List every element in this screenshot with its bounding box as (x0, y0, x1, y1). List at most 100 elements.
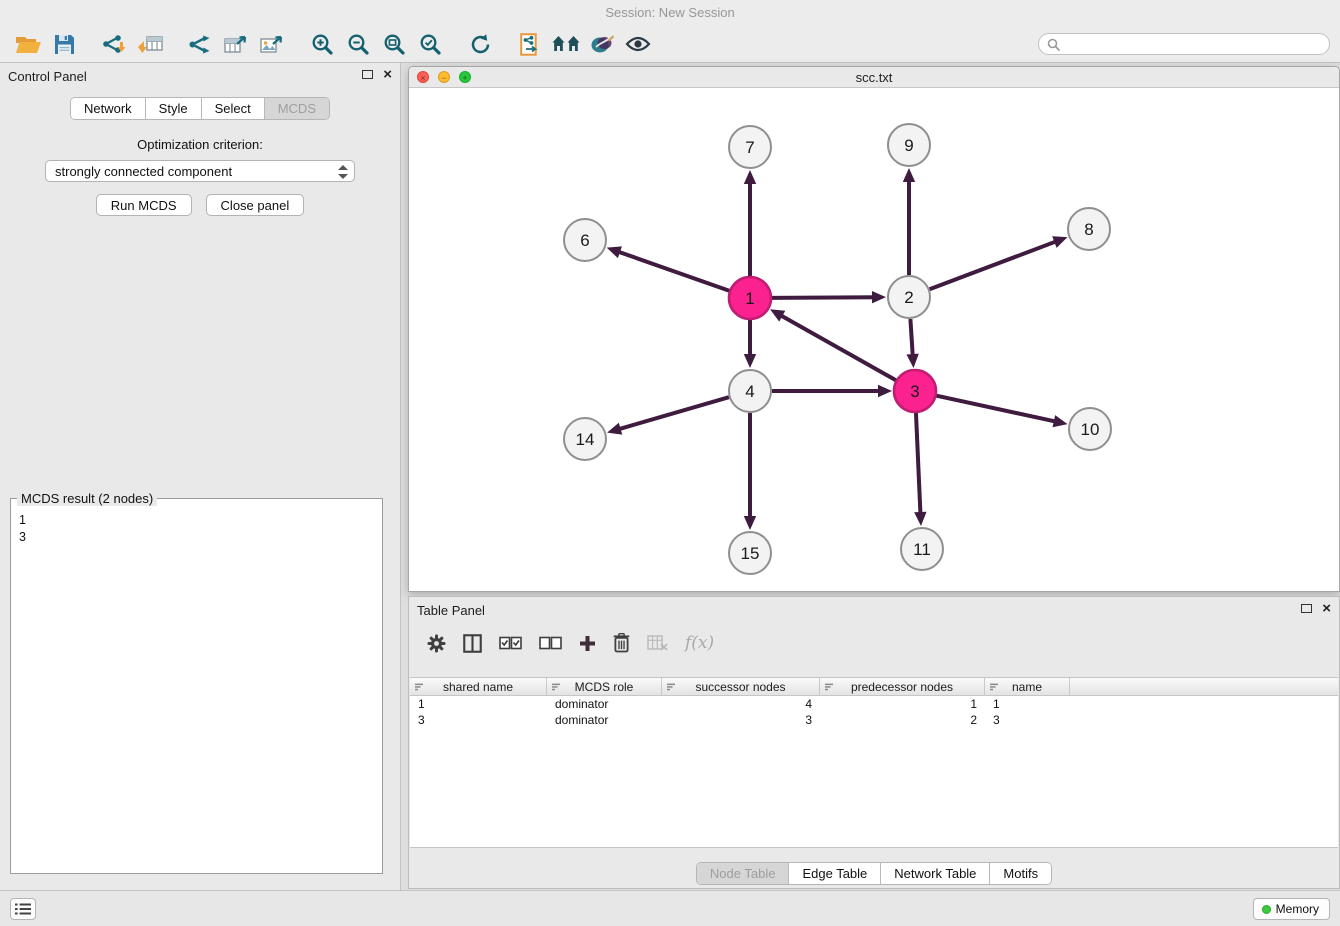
save-session-button[interactable] (46, 29, 82, 59)
column-header-label: successor nodes (695, 680, 785, 694)
run-mcds-button[interactable]: Run MCDS (96, 194, 192, 216)
criterion-dropdown[interactable]: strongly connected component (45, 160, 355, 182)
export-image-button[interactable] (254, 29, 290, 59)
node-8[interactable]: 8 (1068, 208, 1110, 250)
edge-3-10[interactable] (936, 396, 1067, 428)
tab-style[interactable]: Style (145, 98, 201, 119)
show-details-button[interactable] (620, 29, 656, 59)
edge-1-2[interactable] (772, 291, 886, 303)
cell-name: 3 (985, 713, 1070, 727)
float-panel-icon[interactable] (362, 70, 373, 79)
first-neighbors-button[interactable] (548, 29, 584, 59)
edge-1-6[interactable] (607, 246, 730, 290)
column-header-mcds-role[interactable]: MCDS role (547, 678, 662, 696)
table-row[interactable]: 1dominator411 (410, 696, 1338, 712)
zoom-selected-button[interactable] (412, 29, 448, 59)
node-label: 9 (904, 136, 913, 155)
edge-2-8[interactable] (930, 236, 1068, 289)
show-columns-button[interactable] (463, 634, 482, 653)
node-15[interactable]: 15 (729, 532, 771, 574)
column-header-shared-name[interactable]: shared name (410, 678, 547, 696)
node-14[interactable]: 14 (564, 418, 606, 460)
network-window-titlebar[interactable]: × − + scc.txt (409, 67, 1339, 88)
memory-status-dot (1262, 905, 1271, 914)
tab-edge-table[interactable]: Edge Table (788, 863, 880, 884)
float-table-panel-icon[interactable] (1301, 604, 1312, 613)
add-column-button[interactable] (579, 635, 596, 652)
close-panel-icon[interactable]: × (383, 69, 392, 80)
column-header-name[interactable]: name (985, 678, 1070, 696)
node-label: 10 (1081, 420, 1100, 439)
cell-successor-nodes: 4 (662, 697, 820, 711)
search-input[interactable] (1065, 37, 1321, 52)
refresh-button[interactable] (462, 29, 498, 59)
node-4[interactable]: 4 (729, 370, 771, 412)
zoom-selected-icon (419, 33, 442, 56)
minimize-window-icon[interactable]: − (438, 71, 450, 83)
share-network-button[interactable] (182, 29, 218, 59)
close-window-icon[interactable]: × (417, 71, 429, 83)
import-network-button[interactable] (96, 29, 132, 59)
edge-1-7[interactable] (744, 170, 756, 276)
edge-3-11[interactable] (914, 413, 926, 526)
search-field[interactable] (1038, 33, 1330, 55)
close-panel-button[interactable]: Close panel (206, 194, 305, 216)
apply-layout-button[interactable] (512, 29, 548, 59)
edge-4-15[interactable] (744, 413, 756, 530)
open-folder-button[interactable] (10, 29, 46, 59)
column-menu-icon (551, 682, 561, 692)
column-header-filler (1070, 678, 1338, 696)
node-9[interactable]: 9 (888, 124, 930, 166)
deselect-all-button[interactable] (539, 636, 562, 650)
select-all-button[interactable] (499, 636, 522, 650)
list-icon (15, 903, 31, 915)
column-header-successor-nodes[interactable]: successor nodes (662, 678, 820, 696)
table-toolbar: f(x) (409, 623, 714, 663)
status-menu-button[interactable] (10, 898, 36, 920)
node-10[interactable]: 10 (1069, 408, 1111, 450)
column-header-predecessor-nodes[interactable]: predecessor nodes (820, 678, 985, 696)
node-label: 8 (1084, 220, 1093, 239)
node-label: 15 (741, 544, 760, 563)
column-menu-icon (824, 682, 834, 692)
share-network-icon (188, 34, 212, 55)
zoom-fit-button[interactable] (376, 29, 412, 59)
cell-name: 1 (985, 697, 1070, 711)
tab-node-table[interactable]: Node Table (697, 863, 789, 884)
network-canvas[interactable]: 7 9 6 8 1 2 4 3 14 10 15 11 (409, 88, 1339, 591)
delete-table-button[interactable] (647, 635, 668, 651)
zoom-out-button[interactable] (340, 29, 376, 59)
function-builder-button[interactable]: f(x) (685, 633, 714, 653)
edge-2-3[interactable] (906, 319, 918, 368)
edge-1-4[interactable] (744, 320, 756, 368)
table-row[interactable]: 3dominator323 (410, 712, 1338, 728)
edge-4-14[interactable] (607, 397, 729, 434)
delete-column-button[interactable] (613, 633, 630, 653)
export-table-button[interactable] (218, 29, 254, 59)
edge-2-9[interactable] (903, 168, 915, 275)
close-table-panel-icon[interactable]: × (1322, 603, 1331, 614)
node-3[interactable]: 3 (894, 370, 936, 412)
zoom-in-button[interactable] (304, 29, 340, 59)
edge-3-1[interactable] (770, 309, 896, 380)
edge-4-3[interactable] (772, 385, 892, 397)
node-7[interactable]: 7 (729, 126, 771, 168)
titlebar: Session: New Session (0, 0, 1340, 26)
table-settings-button[interactable] (427, 634, 446, 653)
tab-network[interactable]: Network (71, 98, 145, 119)
mcds-result-line: 3 (19, 529, 374, 546)
import-table-button[interactable] (132, 29, 168, 59)
tab-select[interactable]: Select (201, 98, 264, 119)
eye-icon (625, 36, 651, 52)
style-paint-button[interactable] (584, 29, 620, 59)
node-2[interactable]: 2 (888, 276, 930, 318)
tab-network-table[interactable]: Network Table (880, 863, 989, 884)
node-1[interactable]: 1 (729, 277, 771, 319)
memory-button[interactable]: Memory (1253, 898, 1330, 920)
node-6[interactable]: 6 (564, 219, 606, 261)
tab-mcds[interactable]: MCDS (264, 98, 329, 119)
node-11[interactable]: 11 (901, 528, 943, 570)
maximize-window-icon[interactable]: + (459, 71, 471, 83)
mcds-result-list[interactable]: 13 (11, 506, 382, 552)
tab-motifs[interactable]: Motifs (989, 863, 1051, 884)
